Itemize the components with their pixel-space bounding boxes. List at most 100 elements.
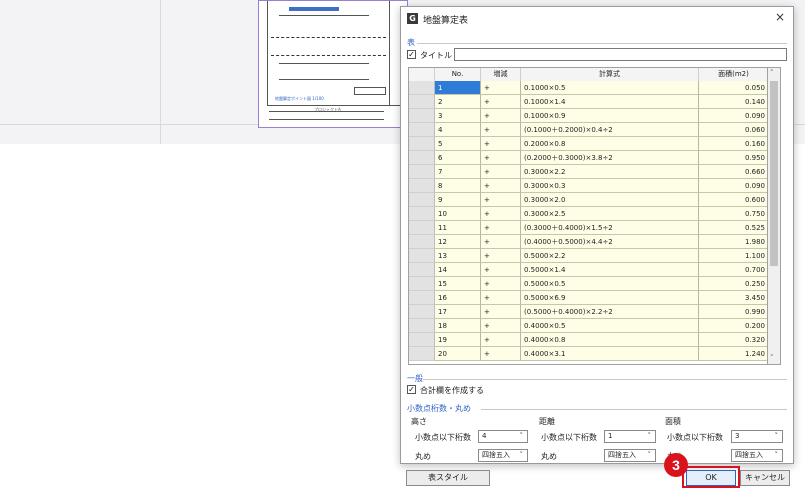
table-row[interactable]: 1 +0.1000×0.5 0.050 bbox=[409, 81, 767, 95]
cell-sign[interactable]: + bbox=[481, 123, 521, 137]
cell-expression[interactable]: (0.1000＋0.2000)×0.4÷2 bbox=[521, 123, 699, 137]
area-round-select[interactable]: 四捨五入 ˅ bbox=[731, 449, 783, 462]
cell-sign[interactable]: + bbox=[481, 291, 521, 305]
cell-sign[interactable]: + bbox=[481, 81, 521, 95]
cell-no[interactable]: 2 bbox=[435, 95, 481, 109]
row-selector[interactable] bbox=[409, 207, 435, 221]
row-selector[interactable] bbox=[409, 179, 435, 193]
cell-sign[interactable]: + bbox=[481, 221, 521, 235]
cell-sign[interactable]: + bbox=[481, 333, 521, 347]
close-icon[interactable]: × bbox=[775, 10, 785, 24]
cell-area[interactable]: 0.700 bbox=[699, 263, 767, 277]
cell-expression[interactable]: 0.1000×0.5 bbox=[521, 81, 699, 95]
cell-sign[interactable]: + bbox=[481, 137, 521, 151]
table-row[interactable]: 5 +0.2000×0.8 0.160 bbox=[409, 137, 767, 151]
row-selector[interactable] bbox=[409, 123, 435, 137]
cell-area[interactable]: 0.600 bbox=[699, 193, 767, 207]
cell-sign[interactable]: + bbox=[481, 235, 521, 249]
row-selector[interactable] bbox=[409, 305, 435, 319]
cell-sign[interactable]: + bbox=[481, 207, 521, 221]
table-row[interactable]: 3 +0.1000×0.9 0.090 bbox=[409, 109, 767, 123]
cell-expression[interactable]: 0.5000×2.2 bbox=[521, 249, 699, 263]
cell-expression[interactable]: (0.3000＋0.4000)×1.5÷2 bbox=[521, 221, 699, 235]
cell-no[interactable]: 12 bbox=[435, 235, 481, 249]
cell-area[interactable]: 0.160 bbox=[699, 137, 767, 151]
height-digits-select[interactable]: 4 ˅ bbox=[478, 430, 528, 443]
cell-no[interactable]: 14 bbox=[435, 263, 481, 277]
table-row[interactable]: 20 +0.4000×3.1 1.240 bbox=[409, 347, 767, 361]
scroll-down-icon[interactable]: ˅ bbox=[770, 354, 774, 362]
row-selector[interactable] bbox=[409, 81, 435, 95]
cell-expression[interactable]: 0.2000×0.8 bbox=[521, 137, 699, 151]
cell-area[interactable]: 0.990 bbox=[699, 305, 767, 319]
table-row[interactable]: 16 +0.5000×6.9 3.450 bbox=[409, 291, 767, 305]
row-selector[interactable] bbox=[409, 95, 435, 109]
cell-area[interactable]: 0.140 bbox=[699, 95, 767, 109]
cell-sign[interactable]: + bbox=[481, 249, 521, 263]
table-row[interactable]: 2 +0.1000×1.4 0.140 bbox=[409, 95, 767, 109]
table-row[interactable]: 19 +0.4000×0.8 0.320 bbox=[409, 333, 767, 347]
cell-area[interactable]: 3.450 bbox=[699, 291, 767, 305]
table-row[interactable]: 17 + (0.5000＋0.4000)×2.2÷2 0.990 bbox=[409, 305, 767, 319]
cell-no[interactable]: 7 bbox=[435, 165, 481, 179]
cell-no[interactable]: 4 bbox=[435, 123, 481, 137]
cell-expression[interactable]: 0.5000×6.9 bbox=[521, 291, 699, 305]
distance-round-select[interactable]: 四捨五入 ˅ bbox=[604, 449, 656, 462]
cell-expression[interactable]: (0.5000＋0.4000)×2.2÷2 bbox=[521, 305, 699, 319]
cell-expression[interactable]: 0.4000×0.8 bbox=[521, 333, 699, 347]
distance-digits-select[interactable]: 1 ˅ bbox=[604, 430, 656, 443]
cell-sign[interactable]: + bbox=[481, 277, 521, 291]
cell-area[interactable]: 1.980 bbox=[699, 235, 767, 249]
cell-expression[interactable]: 0.3000×2.2 bbox=[521, 165, 699, 179]
scroll-up-icon[interactable]: ˄ bbox=[770, 69, 774, 77]
title-input[interactable] bbox=[454, 48, 787, 61]
row-selector[interactable] bbox=[409, 263, 435, 277]
cell-no[interactable]: 6 bbox=[435, 151, 481, 165]
cell-no[interactable]: 11 bbox=[435, 221, 481, 235]
cell-area[interactable]: 1.100 bbox=[699, 249, 767, 263]
cell-area[interactable]: 0.320 bbox=[699, 333, 767, 347]
row-selector[interactable] bbox=[409, 291, 435, 305]
cell-area[interactable]: 0.750 bbox=[699, 207, 767, 221]
table-row[interactable]: 6 + (0.2000＋0.3000)×3.8÷2 0.950 bbox=[409, 151, 767, 165]
cell-expression[interactable]: (0.2000＋0.3000)×3.8÷2 bbox=[521, 151, 699, 165]
table-row[interactable]: 11 + (0.3000＋0.4000)×1.5÷2 0.525 bbox=[409, 221, 767, 235]
row-selector[interactable] bbox=[409, 151, 435, 165]
cell-area[interactable]: 1.240 bbox=[699, 347, 767, 361]
cell-no[interactable]: 18 bbox=[435, 319, 481, 333]
cell-expression[interactable]: 0.1000×0.9 bbox=[521, 109, 699, 123]
row-selector[interactable] bbox=[409, 165, 435, 179]
cell-expression[interactable]: 0.3000×2.5 bbox=[521, 207, 699, 221]
cell-no[interactable]: 15 bbox=[435, 277, 481, 291]
table-row[interactable]: 8 +0.3000×0.3 0.090 bbox=[409, 179, 767, 193]
cell-no[interactable]: 13 bbox=[435, 249, 481, 263]
cell-area[interactable]: 0.090 bbox=[699, 179, 767, 193]
cell-no[interactable]: 10 bbox=[435, 207, 481, 221]
table-row[interactable]: 14 +0.5000×1.4 0.700 bbox=[409, 263, 767, 277]
cell-sign[interactable]: + bbox=[481, 347, 521, 361]
row-selector[interactable] bbox=[409, 277, 435, 291]
scroll-thumb[interactable] bbox=[770, 81, 778, 266]
cell-sign[interactable]: + bbox=[481, 109, 521, 123]
cell-area[interactable]: 0.660 bbox=[699, 165, 767, 179]
table-row[interactable]: 9 +0.3000×2.0 0.600 bbox=[409, 193, 767, 207]
row-selector[interactable] bbox=[409, 249, 435, 263]
cell-sign[interactable]: + bbox=[481, 305, 521, 319]
table-row[interactable]: 7 +0.3000×2.2 0.660 bbox=[409, 165, 767, 179]
cell-sign[interactable]: + bbox=[481, 179, 521, 193]
cell-sign[interactable]: + bbox=[481, 263, 521, 277]
header-no[interactable]: No. bbox=[435, 68, 481, 81]
cell-area[interactable]: 0.950 bbox=[699, 151, 767, 165]
cell-expression[interactable]: 0.3000×0.3 bbox=[521, 179, 699, 193]
height-round-select[interactable]: 四捨五入 ˅ bbox=[478, 449, 528, 462]
cell-no[interactable]: 8 bbox=[435, 179, 481, 193]
row-selector[interactable] bbox=[409, 333, 435, 347]
cell-area[interactable]: 0.200 bbox=[699, 319, 767, 333]
header-sign[interactable]: 増減 bbox=[481, 68, 521, 81]
cell-no[interactable]: 19 bbox=[435, 333, 481, 347]
cell-area[interactable]: 0.060 bbox=[699, 123, 767, 137]
total-row-checkbox[interactable]: ✓ bbox=[407, 385, 416, 394]
cell-no[interactable]: 3 bbox=[435, 109, 481, 123]
row-selector[interactable] bbox=[409, 221, 435, 235]
row-selector[interactable] bbox=[409, 193, 435, 207]
